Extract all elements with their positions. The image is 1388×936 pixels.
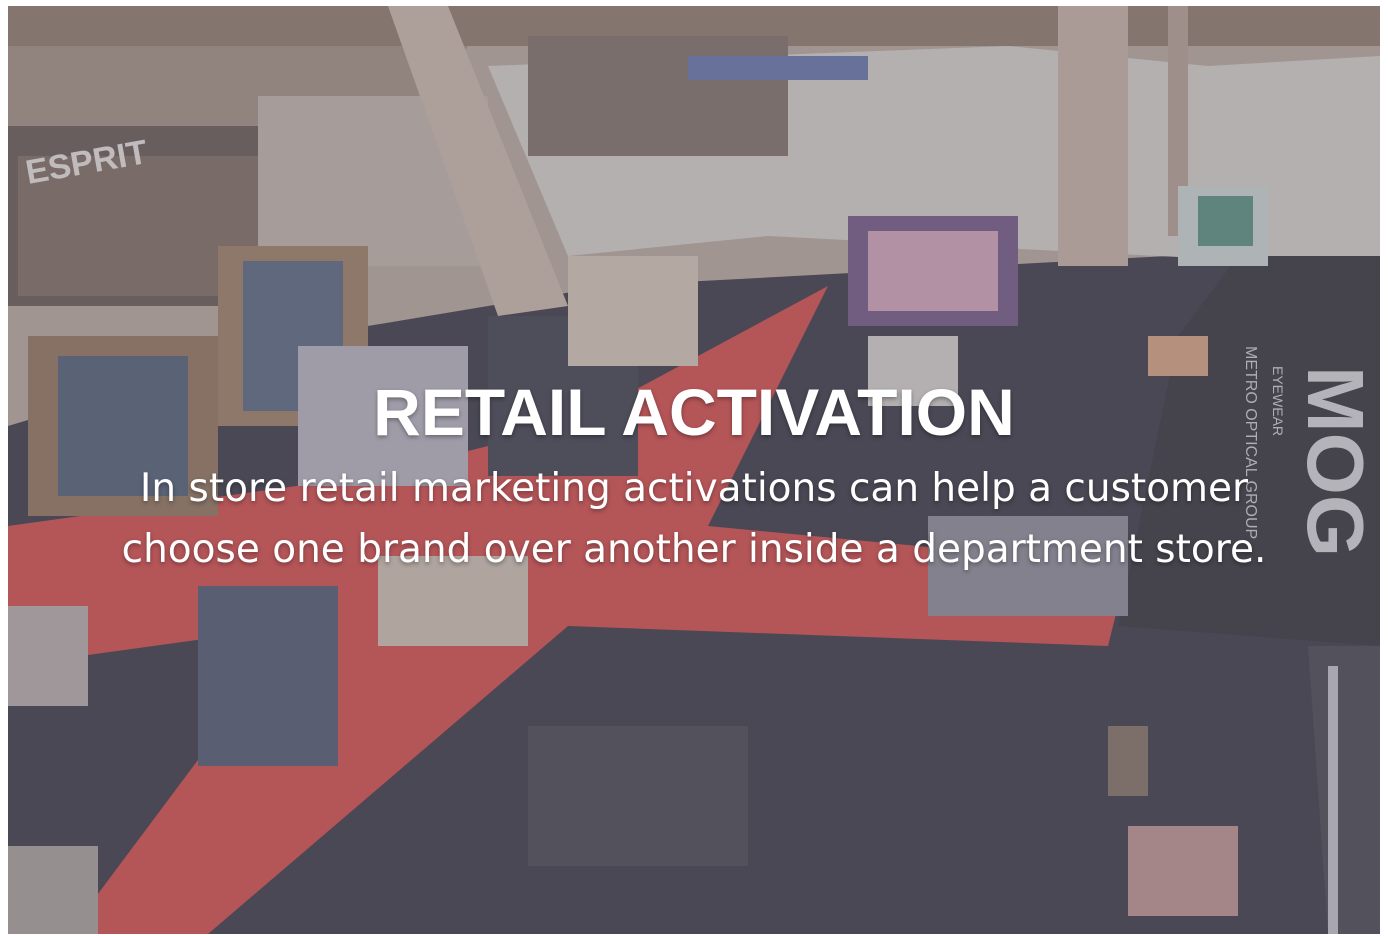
slide-subtitle: In store retail marketing activations ca… [68,458,1320,580]
subtitle-line-2: choose one brand over another inside a d… [121,527,1267,572]
slide-title: RETAIL ACTIVATION [373,375,1015,449]
slide-frame: MOG EYEWEAR METRO OPTICAL GROUP ESPRIT R… [8,6,1380,934]
subtitle-line-1: In store retail marketing activations ca… [139,466,1249,511]
